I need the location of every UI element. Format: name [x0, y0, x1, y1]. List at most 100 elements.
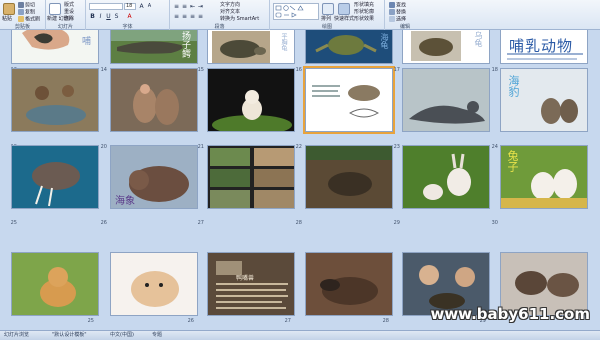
align-text-button[interactable]: 对齐文本 — [220, 9, 240, 15]
slide-thumbnail[interactable]: 海象 — [110, 145, 198, 209]
slide-image — [306, 253, 392, 315]
slide-thumbnail[interactable] — [207, 145, 295, 209]
brush-icon — [18, 16, 24, 22]
decrease-indent-icon[interactable]: ⇤ — [189, 3, 196, 10]
slide-image — [12, 146, 98, 208]
slide-thumbnail[interactable]: 哺乳动物 — [500, 30, 588, 64]
shapes-gallery[interactable] — [273, 3, 319, 20]
slide-thumbnail[interactable]: 海豹 — [500, 68, 588, 132]
numbering-icon[interactable]: ≡ — [181, 3, 188, 10]
new-slide-icon[interactable] — [49, 3, 61, 15]
align-left-icon[interactable]: ≡ — [173, 13, 180, 20]
select-label: 选择 — [396, 16, 407, 23]
slide-number: 27 — [197, 220, 204, 226]
underline-icon[interactable]: U — [105, 13, 112, 20]
shrink-font-icon[interactable]: A — [146, 3, 153, 10]
font-group: 18 A A B I U S A 字体 — [86, 0, 170, 30]
slide-number: 27 — [284, 318, 291, 324]
slide-image — [111, 69, 197, 131]
slide-image — [208, 146, 294, 208]
grow-font-icon[interactable]: A — [138, 3, 145, 10]
slide-title: 平胸龟 — [280, 33, 287, 51]
align-center-icon[interactable]: ≡ — [181, 13, 188, 20]
shape-effects-button[interactable]: 形状效果 — [354, 16, 374, 22]
slide-thumbnail[interactable] — [402, 68, 490, 132]
slide-thumbnail[interactable]: 乌龟 — [402, 30, 490, 64]
slide-thumbnail[interactable]: 扬子鳄 — [110, 30, 198, 64]
find-button[interactable]: 查找 — [389, 2, 406, 9]
slide-title: 海豹 — [507, 75, 520, 97]
slide-image — [403, 69, 489, 131]
shape-fill-button[interactable]: 形状填充 — [354, 2, 374, 8]
slide-number: 21 — [197, 144, 204, 150]
bullets-icon[interactable]: ≡ — [173, 3, 180, 10]
paragraph-group: ≡ ≡ ⇤ ⇥ ≡ ≡ ≡ ≡ 文字方向 对齐文本 转换为 SmartArt 段… — [170, 0, 270, 30]
slide-title: 鸭嘴兽 — [236, 275, 255, 282]
slide-thumbnail[interactable]: 鸭嘴兽 — [207, 252, 295, 316]
arrange-button[interactable]: 排列 — [321, 16, 331, 22]
editing-group: 查找 替换 选择 编辑 — [385, 0, 425, 30]
justify-icon[interactable]: ≡ — [197, 13, 204, 20]
slide-thumbnail[interactable] — [402, 145, 490, 209]
slide-thumbnail[interactable] — [207, 68, 295, 132]
slide-image — [306, 146, 392, 208]
replace-button[interactable]: 替换 — [389, 9, 406, 16]
slide-thumbnail[interactable]: 兔子 — [500, 145, 588, 209]
slide-thumbnail-selected[interactable] — [303, 66, 395, 134]
increase-indent-icon[interactable]: ⇥ — [197, 3, 204, 10]
font-name-select[interactable] — [89, 3, 123, 10]
reset-button[interactable]: 重设 — [64, 9, 74, 15]
format-painter-label: 格式刷 — [25, 16, 41, 23]
shape-outline-button[interactable]: 形状轮廓 — [354, 9, 374, 15]
slide-thumbnail[interactable]: 海龟 — [305, 30, 393, 64]
italic-icon[interactable]: I — [97, 13, 104, 20]
slide-thumbnail[interactable]: 平胸龟 — [207, 30, 295, 64]
align-right-icon[interactable]: ≡ — [189, 13, 196, 20]
slide-number: 23 — [393, 144, 400, 150]
format-painter-button[interactable]: 格式刷 — [18, 16, 40, 23]
bold-icon[interactable]: B — [89, 13, 96, 20]
copy-button[interactable]: 复制 — [18, 9, 35, 16]
slide-image — [403, 146, 489, 208]
slide-number: 22 — [295, 144, 302, 150]
slide-number: 30 — [491, 220, 498, 226]
slide-thumbnail[interactable] — [11, 68, 99, 132]
slide-thumbnail[interactable] — [11, 252, 99, 316]
strikethrough-icon[interactable]: S — [113, 13, 120, 20]
quick-styles-button[interactable]: 快速样式 — [334, 16, 354, 22]
replace-icon — [389, 9, 395, 15]
delete-button[interactable]: 删除 — [64, 16, 74, 22]
slide-image — [12, 69, 98, 131]
paste-button[interactable]: 粘贴 — [2, 16, 12, 22]
smartart-button[interactable]: 转换为 SmartArt — [220, 16, 259, 22]
cut-label: 剪切 — [25, 2, 36, 9]
cut-button[interactable]: 剪切 — [18, 2, 35, 9]
slide-number: 25 — [87, 318, 94, 324]
slide-thumbnail[interactable] — [305, 252, 393, 316]
font-size-select[interactable]: 18 — [124, 3, 136, 10]
paste-icon[interactable] — [3, 3, 15, 15]
slide-image — [111, 253, 197, 315]
arrange-icon[interactable] — [322, 3, 334, 15]
slide-text-line — [507, 58, 577, 60]
slide-number: 14 — [100, 67, 107, 73]
status-bar: 幻灯片浏览 "默认设计模板" 中文(中国) 专题 — [0, 330, 600, 340]
slide-number: 24 — [491, 144, 498, 150]
quick-styles-icon[interactable] — [338, 3, 350, 15]
find-label: 查找 — [396, 2, 407, 9]
layout-button[interactable]: 版式 — [64, 2, 74, 8]
slide-thumbnail[interactable] — [110, 252, 198, 316]
text-direction-button[interactable]: 文字方向 — [220, 2, 240, 8]
slide-thumbnail[interactable]: 哺 — [11, 30, 99, 64]
slide-number: 29 — [393, 220, 400, 226]
copy-label: 复制 — [25, 9, 36, 16]
slide-thumbnail[interactable] — [11, 145, 99, 209]
font-color-icon[interactable]: A — [126, 13, 133, 20]
slide-thumbnail[interactable] — [305, 145, 393, 209]
slide-number: 26 — [187, 318, 194, 324]
select-button[interactable]: 选择 — [389, 16, 406, 23]
slide-thumbnail[interactable] — [110, 68, 198, 132]
copy-icon — [18, 9, 24, 15]
slide-sorter: 哺 扬子鳄 平胸龟 海龟 乌龟 哺乳动物 14 15 16 17 18 海豹 2… — [0, 30, 600, 330]
status-theme: "默认设计模板" — [52, 332, 87, 338]
